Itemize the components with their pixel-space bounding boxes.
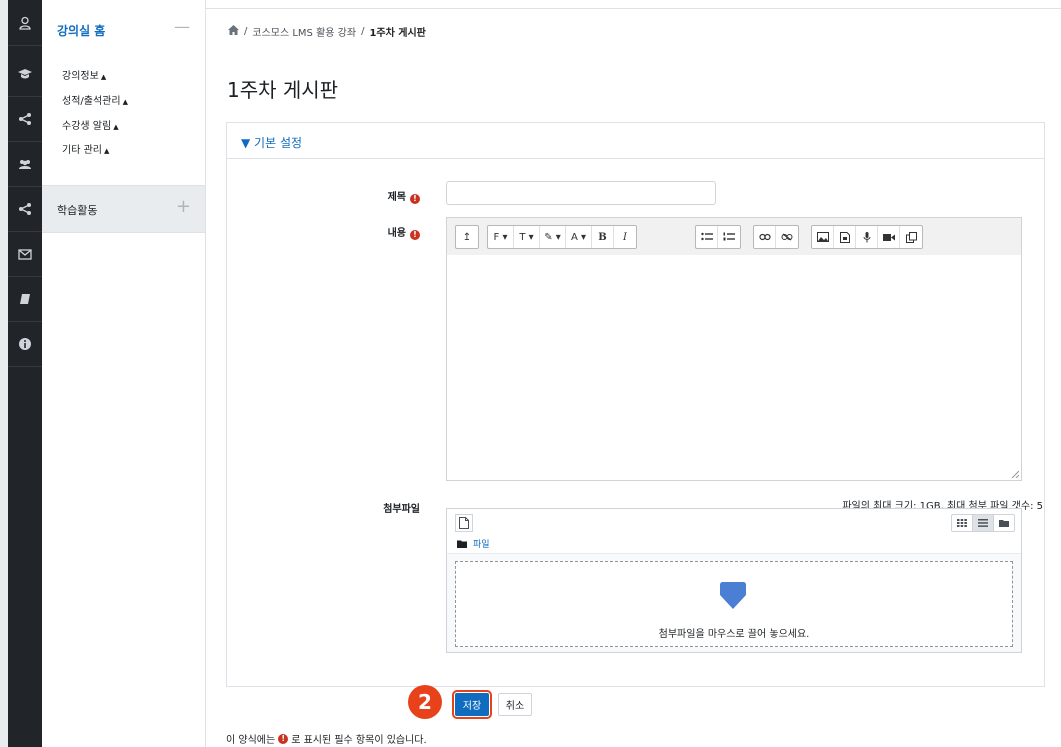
italic-button[interactable]: I <box>614 226 636 248</box>
book-icon[interactable] <box>8 276 42 322</box>
required-fields-note: 이 양식에는 ! 로 표시된 필수 항목이 있습니다. <box>226 731 427 746</box>
file-dropzone[interactable]: 첨부파일을 마우스로 끌어 놓으세요. <box>455 561 1013 647</box>
required-icon: ! <box>278 733 289 744</box>
users-icon[interactable] <box>8 141 42 187</box>
grid-view-icon[interactable] <box>952 515 973 531</box>
content-label-text: 내용 <box>387 228 406 239</box>
dropzone-message: 첨부파일을 마우스로 끌어 놓으세요. <box>658 629 810 640</box>
title-label-text: 제목 <box>387 192 406 203</box>
content-editor: ↥ F ▾ T ▾ ✎ ▾ A ▾ B I <box>446 217 1022 481</box>
caret-up-icon: ▲ <box>122 98 128 106</box>
breadcrumb-separator: / <box>244 26 248 37</box>
section-toggle[interactable]: ▼ 기본 설정 <box>241 134 302 151</box>
sidebar-item-grades[interactable]: 성적/출석관리 ▲ <box>62 92 128 107</box>
folder-icon <box>457 540 467 548</box>
microphone-icon[interactable] <box>856 226 878 248</box>
sidebar-item-course-info[interactable]: 강의정보 ▲ <box>62 67 106 82</box>
image-icon[interactable] <box>812 226 834 248</box>
manage-files-icon[interactable] <box>900 226 922 248</box>
add-file-icon[interactable] <box>455 514 473 532</box>
sidebar-item-label: 기타 관리 <box>62 145 102 156</box>
course-sidebar: 강의실 홈 — 강의정보 ▲ 성적/출석관리 ▲ 수강생 알림 ▲ 기타 관리 ▲ 학습… <box>42 0 206 747</box>
page-title: 1주차 게시판 <box>227 78 339 102</box>
sidebar-item-other[interactable]: 기타 관리 ▲ <box>62 141 109 156</box>
unlink-icon[interactable] <box>776 226 798 248</box>
video-icon[interactable] <box>878 226 900 248</box>
title-label: 제목! <box>300 188 420 204</box>
font-family-button[interactable]: F ▾ <box>488 226 514 248</box>
sidebar-item-label: 성적/출석관리 <box>62 96 121 107</box>
share-icon[interactable] <box>8 96 42 142</box>
breadcrumb-separator: / <box>361 26 365 37</box>
required-note-before: 이 양식에는 <box>226 735 276 746</box>
left-border <box>0 0 8 747</box>
file-manager-toolbar: 파일 <box>447 509 1021 554</box>
download-arrow-icon <box>720 582 746 609</box>
caret-up-icon: ▲ <box>113 123 119 131</box>
sidebar-item-label: 학습활동 <box>57 204 98 217</box>
sidebar-item-notifications[interactable]: 수강생 알림 ▲ <box>62 117 119 132</box>
folder-label: 파일 <box>473 540 490 550</box>
breadcrumb: / 코스모스 LMS 활용 강좌 / 1주차 게시판 <box>228 24 426 39</box>
required-note-after: 로 표시된 필수 항목이 있습니다. <box>291 735 427 746</box>
save-button[interactable]: 저장 <box>452 690 492 719</box>
unordered-list-icon[interactable] <box>696 226 718 248</box>
attachment-label: 첨부파일 <box>300 500 420 515</box>
section-header: ▼ 기본 설정 <box>227 123 1044 159</box>
home-icon[interactable] <box>228 25 239 38</box>
title-input[interactable] <box>446 181 716 205</box>
info-icon[interactable] <box>8 321 42 367</box>
step-marker: 2 <box>408 685 442 719</box>
view-switcher <box>951 514 1015 532</box>
list-view-icon[interactable] <box>973 515 994 531</box>
editor-toolbar: ↥ F ▾ T ▾ ✎ ▾ A ▾ B I <box>447 218 1021 256</box>
highlight-button[interactable]: ✎ ▾ <box>540 226 566 248</box>
required-icon: ! <box>410 230 420 240</box>
cancel-button[interactable]: 취소 <box>498 693 532 716</box>
collapse-icon[interactable]: — <box>174 17 190 36</box>
ordered-list-icon[interactable] <box>718 226 740 248</box>
plus-icon[interactable]: + <box>176 196 191 217</box>
required-icon: ! <box>410 194 420 204</box>
envelope-icon[interactable] <box>8 231 42 277</box>
toolbar-toggle-button[interactable]: ↥ <box>456 226 478 248</box>
folder-path[interactable]: 파일 <box>457 537 490 550</box>
sidebar-item-label: 수강생 알림 <box>62 121 112 132</box>
divider <box>205 8 1061 9</box>
content-textarea[interactable] <box>447 255 1021 480</box>
content-label: 내용! <box>300 224 420 240</box>
folder-view-icon[interactable] <box>994 515 1014 531</box>
toolbar-group <box>695 225 741 249</box>
caret-up-icon: ▲ <box>103 147 110 155</box>
text-color-button[interactable]: A ▾ <box>566 226 592 248</box>
sidebar-item-label: 강의정보 <box>62 71 99 82</box>
attachment-label-text: 첨부파일 <box>383 504 420 515</box>
sidebar-item-activities[interactable]: 학습활동 + <box>42 186 205 233</box>
caret-up-icon: ▲ <box>100 73 107 81</box>
sidebar-home-link[interactable]: 강의실 홈 <box>57 22 105 39</box>
sidebar-course-menu: 강의실 홈 — 강의정보 ▲ 성적/출석관리 ▲ 수강생 알림 ▲ 기타 관리 ▲ <box>42 0 205 186</box>
media-icon[interactable] <box>834 226 856 248</box>
toolbar-group: ↥ <box>455 225 479 249</box>
graduation-cap-icon[interactable] <box>8 51 42 97</box>
user-icon[interactable] <box>8 0 42 46</box>
resize-handle-icon[interactable] <box>1011 470 1019 478</box>
toolbar-group <box>753 225 799 249</box>
share-icon[interactable] <box>8 186 42 232</box>
bold-button[interactable]: B <box>592 226 614 248</box>
font-size-button[interactable]: T ▾ <box>514 226 540 248</box>
toolbar-group: F ▾ T ▾ ✎ ▾ A ▾ B I <box>487 225 637 249</box>
breadcrumb-current: 1주차 게시판 <box>369 28 426 39</box>
toolbar-group <box>811 225 923 249</box>
link-icon[interactable] <box>754 226 776 248</box>
file-manager: 파일 첨부파일을 마우스로 끌어 놓으세요. <box>446 508 1022 653</box>
icon-bar <box>8 0 42 747</box>
breadcrumb-course-link[interactable]: 코스모스 LMS 활용 강좌 <box>252 24 356 39</box>
